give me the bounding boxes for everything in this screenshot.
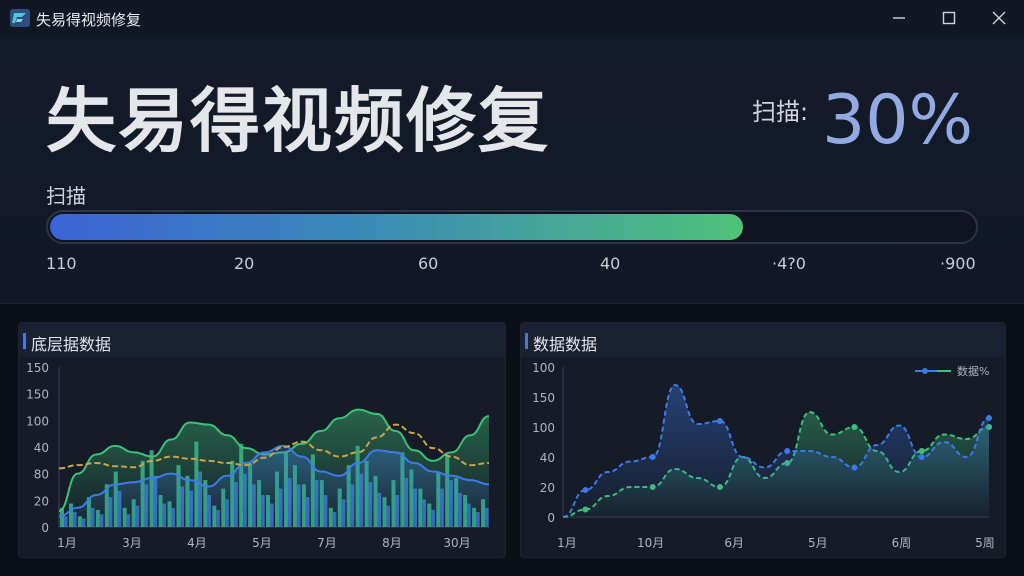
x-tick-label: 1月 [57,536,77,550]
data-panel: 数据数据 100 150 100 40 20 0 数据% 1月 10月 6月 5月 6周 5周 [520,322,1006,558]
panel-accent-mark [23,333,26,349]
y-tick-label: 40 [540,451,555,465]
x-tick-label: 3月 [122,536,142,550]
scan-hero: 失易得视频修复 扫描: 30% 扫描 110 20 60 40 ·4?0 ·90… [0,36,1024,304]
y-tick-label: 150 [532,391,555,405]
data-point [784,448,791,454]
x-tick-label: 5月 [252,536,272,550]
progress-tick: ·900 [940,254,976,273]
panel-accent-mark [525,333,528,349]
progress-label: 扫描 [46,184,86,208]
data-point [716,418,723,424]
maximize-icon [942,11,956,25]
progress-tick: ·4?0 [772,254,806,273]
legend-dot [922,368,928,374]
panel-header: 底层据数据 [19,323,505,357]
x-tick-label: 6周 [892,536,912,550]
minimize-button[interactable] [876,0,922,36]
progress-tick: 20 [234,254,255,273]
data-point [649,454,656,460]
x-tick-label: 8月 [382,536,402,550]
minimize-icon [893,17,905,19]
title-bar: 失易得视频修复 [0,0,1024,36]
close-icon [992,11,1006,25]
progress-tick: 110 [46,254,77,273]
bottom-data-panel: 底层据数据 150 150 100 40 80 20 0 1月 3月 4月 5月 7月 8月 30月 [18,322,506,558]
x-tick-label: 30月 [443,536,470,550]
app-logo-icon [10,9,30,27]
y-tick-label: 80 [34,468,49,482]
data-point [986,415,992,421]
panel-header: 数据数据 [521,323,1005,357]
y-tick-label: 0 [41,521,49,535]
x-tick-label: 4月 [187,536,207,550]
y-tick-label: 100 [532,361,555,375]
y-tick-label: 100 [26,414,49,428]
scan-percent: 30% [822,81,974,160]
window-title: 失易得视频修复 [36,11,142,29]
hero-title: 失易得视频修复 [46,80,550,162]
y-tick-label: 150 [26,388,49,402]
scan-label: 扫描: [752,98,809,126]
x-tick-label: 1月 [557,536,577,550]
bar-line-chart: 150 150 100 40 80 20 0 1月 3月 4月 5月 7月 8月 30月 [26,361,490,550]
x-tick-label: 5周 [975,536,995,550]
scan-progress-bar [46,210,978,244]
y-tick-label: 40 [34,441,49,455]
panel-title: 数据数据 [533,335,598,354]
y-tick-label: 0 [547,511,555,525]
area-line-chart: 100 150 100 40 20 0 数据% 1月 10月 6月 5月 6周 5周 [532,361,995,550]
y-tick-label: 150 [26,361,49,375]
y-tick-label: 20 [540,481,555,495]
panel-title: 底层据数据 [31,335,112,354]
y-tick-label: 20 [34,494,49,508]
data-point [582,487,589,493]
y-tick-label: 100 [532,421,555,435]
data-point [851,424,858,430]
x-tick-label: 6月 [724,536,744,550]
x-tick-label: 10月 [637,536,664,550]
data-point [918,448,925,454]
scan-progress-fill [50,214,743,240]
progress-tick: 60 [418,254,439,273]
legend-label: 数据% [957,364,989,378]
close-button[interactable] [976,0,1022,36]
x-tick-label: 5月 [808,536,828,550]
maximize-button[interactable] [926,0,972,36]
data-point [918,454,925,460]
data-point [851,464,858,471]
progress-tick: 40 [600,254,621,273]
x-tick-label: 7月 [317,536,337,550]
